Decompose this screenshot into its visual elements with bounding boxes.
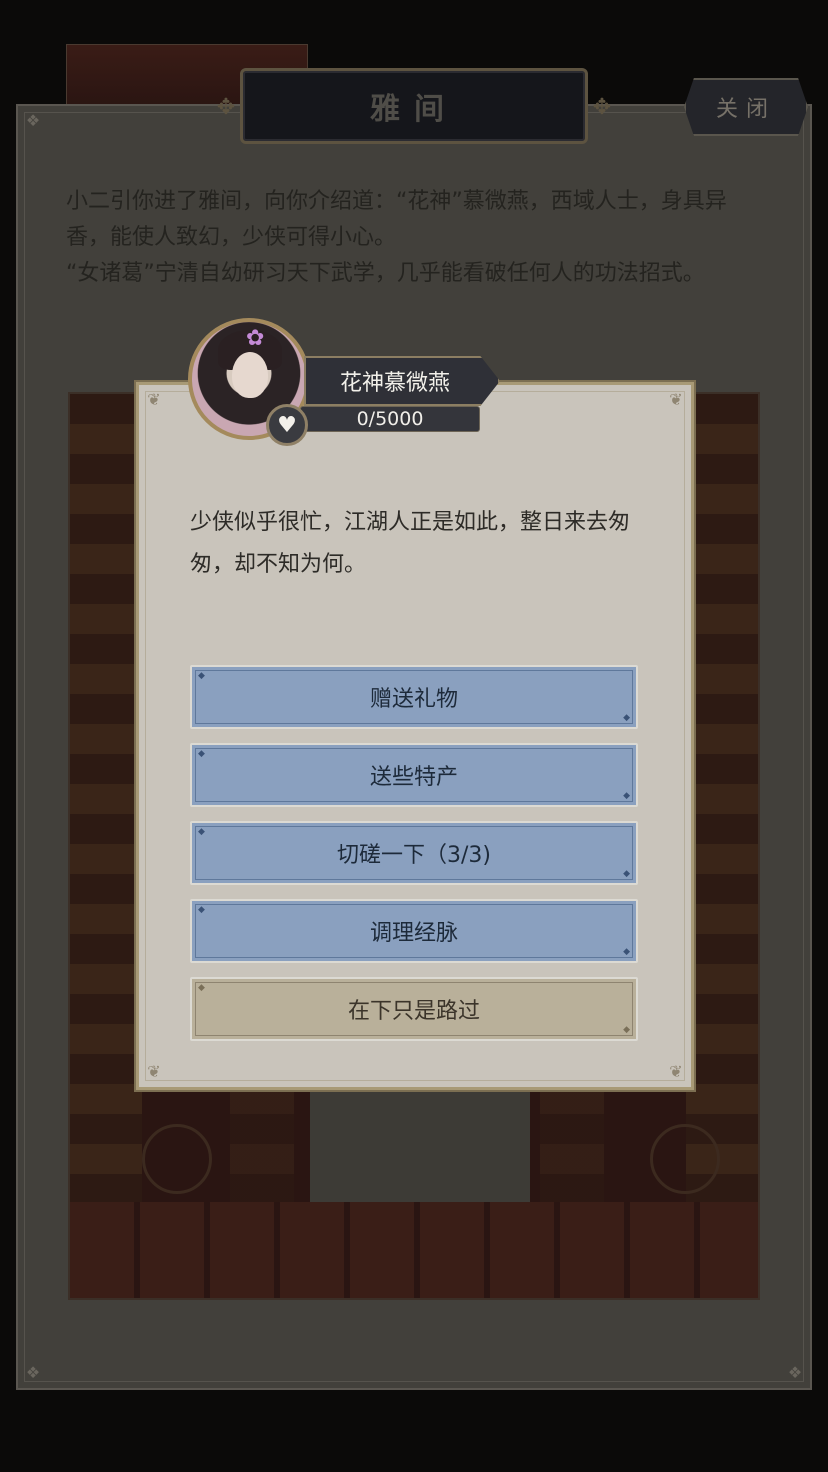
corner-ornament: ◆ [623, 791, 630, 801]
corner-ornament: ❦ [147, 1062, 161, 1081]
corner-ornament: ◆ [623, 1025, 630, 1035]
corner-ornament: ❖ [787, 1363, 803, 1382]
corner-ornament: ◆ [198, 905, 205, 915]
mural-floor [310, 1084, 530, 1212]
flower-icon: ✿ [246, 326, 265, 351]
option-label: 切磋一下（3/3) [337, 843, 491, 868]
title-plate: ✥ 雅间 ✥ [217, 68, 611, 144]
affinity-bar: 0/5000 [300, 406, 480, 432]
leave-button[interactable]: ◆ ◆ 在下只是路过 [190, 977, 638, 1041]
corner-ornament: ❖ [25, 1363, 41, 1382]
knot-ornament [650, 1124, 720, 1194]
affinity-value: 0/5000 [356, 408, 424, 430]
corner-ornament: ❦ [669, 1062, 683, 1081]
avatar-face [232, 352, 268, 398]
page-title: 雅间 [370, 92, 458, 127]
specialty-button[interactable]: ◆ ◆ 送些特产 [190, 743, 638, 807]
corner-ornament: ◆ [623, 713, 630, 723]
intro-line: “女诸葛”宁清自幼研习天下武学，几乎能看破任何人的功法招式。 [66, 261, 705, 286]
heart-icon: ♥ [266, 404, 308, 446]
corner-ornament: ◆ [623, 869, 630, 879]
dialog-text: 少侠似乎很忙，江湖人正是如此，整日来去匆匆，却不知为何。 [190, 510, 631, 577]
meridian-button[interactable]: ◆ ◆ 调理经脉 [190, 899, 638, 963]
option-label: 送些特产 [369, 765, 458, 790]
ornament-icon: ✥ [216, 95, 236, 120]
corner-ornament: ◆ [198, 827, 205, 837]
corner-ornament: ◆ [198, 983, 205, 993]
npc-name-plate: 花神慕微燕 [304, 356, 500, 406]
corner-ornament: ❦ [147, 390, 161, 409]
npc-name: 花神慕微燕 [339, 371, 450, 396]
close-button[interactable]: 关闭 [684, 78, 808, 136]
corner-ornament: ◆ [623, 947, 630, 957]
corner-ornament: ◆ [198, 671, 205, 681]
option-label: 赠送礼物 [369, 687, 458, 712]
corner-ornament: ❖ [25, 111, 41, 130]
option-label: 调理经脉 [369, 921, 458, 946]
corner-ornament: ❦ [669, 390, 683, 409]
spar-button[interactable]: ◆ ◆ 切磋一下（3/3) [190, 821, 638, 885]
mural-column [70, 394, 142, 1298]
bottom-nav-dimmed [0, 1392, 828, 1472]
knot-ornament [142, 1124, 212, 1194]
gift-button[interactable]: ◆ ◆ 赠送礼物 [190, 665, 638, 729]
intro-line: 小二引你进了雅间，向你介绍道：“花神”慕微燕，西域人士，身具异香，能使人致幻，少… [66, 189, 727, 250]
intro-text: 小二引你进了雅间，向你介绍道：“花神”慕微燕，西域人士，身具异香，能使人致幻，少… [66, 184, 766, 292]
option-label: 在下只是路过 [347, 999, 480, 1024]
ornament-icon: ✥ [592, 95, 612, 120]
mural-beam [70, 1202, 758, 1298]
corner-ornament: ◆ [198, 749, 205, 759]
